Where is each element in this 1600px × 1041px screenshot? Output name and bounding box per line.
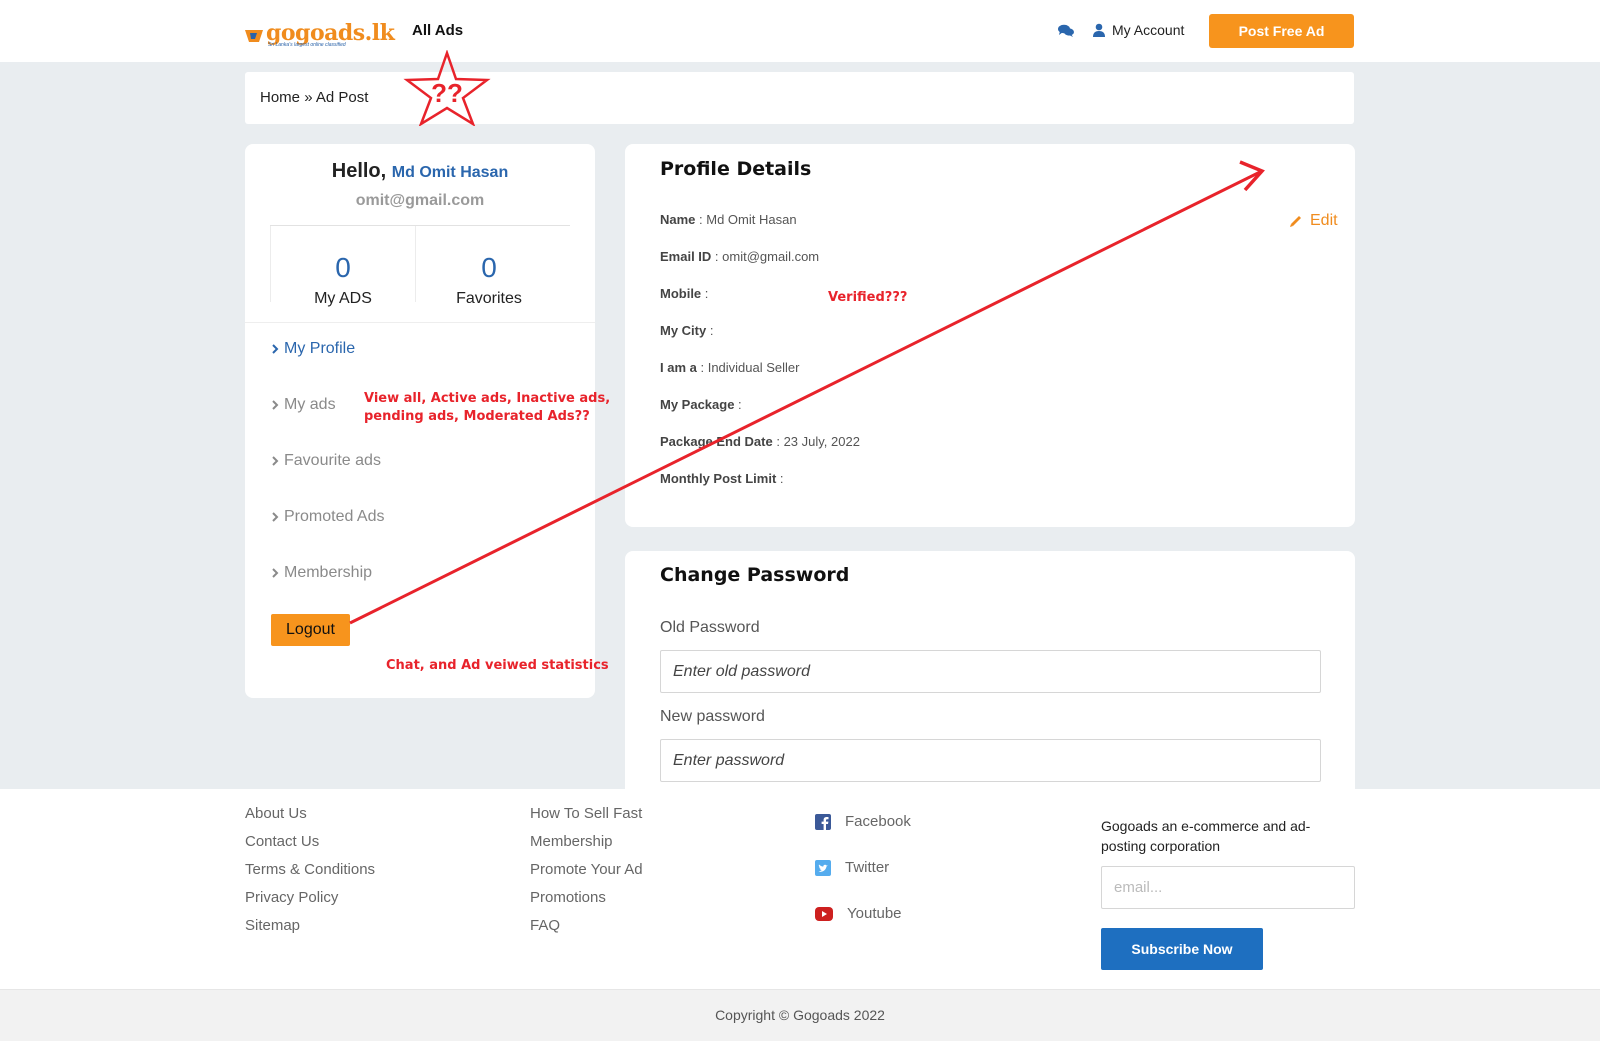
chevron-right-icon xyxy=(272,344,279,354)
footer-link-promote-your-ad[interactable]: Promote Your Ad xyxy=(530,861,643,878)
annotation-star-text: ?? xyxy=(431,78,463,108)
logout-button[interactable]: Logout xyxy=(271,614,350,646)
logo-tagline: Sri Lanka's largest online classified xyxy=(268,42,346,48)
annotation-stats-note: Chat, and Ad veiwed statistics xyxy=(386,658,609,673)
field-email: Email ID : omit@gmail.com xyxy=(660,249,820,264)
breadcrumb-separator: » xyxy=(304,89,313,106)
profile-details-title: Profile Details xyxy=(660,158,812,180)
user-name: Md Omit Hasan xyxy=(391,164,509,181)
profile-details-card: Profile Details Edit Name : Md Omit Hasa… xyxy=(625,144,1355,527)
logo-mark-icon xyxy=(245,30,263,42)
edit-profile-button[interactable]: Edit xyxy=(1289,212,1338,230)
facebook-icon xyxy=(815,813,831,830)
my-ads-label: My ADS xyxy=(314,290,372,307)
field-mobile: Mobile : xyxy=(660,286,709,301)
field-city: My City : xyxy=(660,323,714,338)
social-link-twitter[interactable]: Twitter xyxy=(815,859,889,876)
footer-tagline: Gogoads an e-commerce and ad-posting cor… xyxy=(1101,818,1311,854)
field-seller-type: I am a : Individual Seller xyxy=(660,360,800,375)
footer-link-promotions[interactable]: Promotions xyxy=(530,889,606,906)
change-password-title: Change Password xyxy=(660,564,850,586)
footer-link-how-to-sell-fast[interactable]: How To Sell Fast xyxy=(530,805,642,822)
favorites-label: Favorites xyxy=(456,290,522,307)
chevron-right-icon xyxy=(272,400,279,410)
menu-item-my-profile[interactable]: My Profile xyxy=(271,340,355,358)
menu-item-label: Membership xyxy=(284,564,373,581)
chat-icon[interactable] xyxy=(1058,24,1074,38)
post-free-ad-button[interactable]: Post Free Ad xyxy=(1209,14,1354,48)
footer-link-membership[interactable]: Membership xyxy=(530,833,613,850)
annotation-my-ads-note-line1: View all, Active ads, Inactive ads, xyxy=(364,391,611,406)
divider xyxy=(245,322,595,323)
edit-label: Edit xyxy=(1310,212,1338,229)
change-password-card: Change Password Old Password New passwor… xyxy=(625,551,1355,801)
copyright-text: Copyright © Gogoads 2022 xyxy=(715,1007,885,1023)
my-ads-count: 0 xyxy=(335,252,351,283)
favorites-count: 0 xyxy=(481,252,497,283)
annotation-verified-note: Verified??? xyxy=(828,290,908,305)
field-package: My Package : xyxy=(660,397,742,412)
greeting: Hello, Md Omit Hasan xyxy=(245,160,595,183)
user-email: omit@gmail.com xyxy=(355,192,485,209)
newsletter-email-input[interactable] xyxy=(1101,866,1355,909)
greeting-word: Hello, xyxy=(331,160,387,182)
favorites-stat[interactable]: 0 Favorites xyxy=(416,226,562,308)
copyright-bar: Copyright © Gogoads 2022 xyxy=(0,989,1600,1041)
new-password-label: New password xyxy=(660,708,765,725)
menu-item-label: Favourite ads xyxy=(284,452,381,469)
footer-link-faq[interactable]: FAQ xyxy=(530,917,560,934)
menu-item-promoted-ads[interactable]: Promoted Ads xyxy=(271,508,385,526)
menu-item-my-ads[interactable]: My ads xyxy=(271,396,336,414)
old-password-label: Old Password xyxy=(660,619,760,636)
footer-link-contact-us[interactable]: Contact Us xyxy=(245,833,319,850)
site-logo[interactable]: gogoads.lk Sri Lanka's largest online cl… xyxy=(244,18,395,48)
menu-item-label: Promoted Ads xyxy=(284,508,385,525)
footer-link-privacy[interactable]: Privacy Policy xyxy=(245,889,338,906)
social-link-facebook[interactable]: Facebook xyxy=(815,813,911,830)
breadcrumb-home-link[interactable]: Home xyxy=(260,89,300,106)
site-header: gogoads.lk Sri Lanka's largest online cl… xyxy=(0,0,1600,62)
social-link-youtube[interactable]: Youtube xyxy=(815,905,902,922)
old-password-input[interactable] xyxy=(660,650,1321,693)
field-name: Name : Md Omit Hasan xyxy=(660,212,797,227)
menu-item-membership[interactable]: Membership xyxy=(271,564,372,582)
twitter-icon xyxy=(815,859,831,876)
field-monthly-post-limit: Monthly Post Limit : xyxy=(660,471,784,486)
field-package-end-date: Package End Date : 23 July, 2022 xyxy=(660,434,860,449)
site-footer xyxy=(0,789,1600,989)
my-ads-stat[interactable]: 0 My ADS xyxy=(270,226,416,307)
youtube-icon xyxy=(815,906,833,921)
footer-link-terms[interactable]: Terms & Conditions xyxy=(245,861,375,878)
chevron-right-icon xyxy=(272,512,279,522)
chevron-right-icon xyxy=(272,456,279,466)
chevron-right-icon xyxy=(272,568,279,578)
user-icon xyxy=(1093,23,1105,37)
menu-item-label: My ads xyxy=(284,396,336,413)
pencil-icon xyxy=(1290,216,1301,227)
footer-link-about-us[interactable]: About Us xyxy=(245,805,307,822)
nav-all-ads-link[interactable]: All Ads xyxy=(412,22,463,39)
footer-link-sitemap[interactable]: Sitemap xyxy=(245,917,300,934)
new-password-input[interactable] xyxy=(660,739,1321,782)
my-account-link[interactable]: My Account xyxy=(1112,22,1184,38)
menu-item-label: My Profile xyxy=(284,340,356,357)
menu-item-favourite-ads[interactable]: Favourite ads xyxy=(271,452,381,470)
annotation-my-ads-note-line2: pending ads, Moderated Ads?? xyxy=(364,409,590,424)
breadcrumb-current: Ad Post xyxy=(315,89,369,106)
subscribe-now-button[interactable]: Subscribe Now xyxy=(1101,928,1263,970)
annotation-star-icon: ?? xyxy=(403,50,491,126)
